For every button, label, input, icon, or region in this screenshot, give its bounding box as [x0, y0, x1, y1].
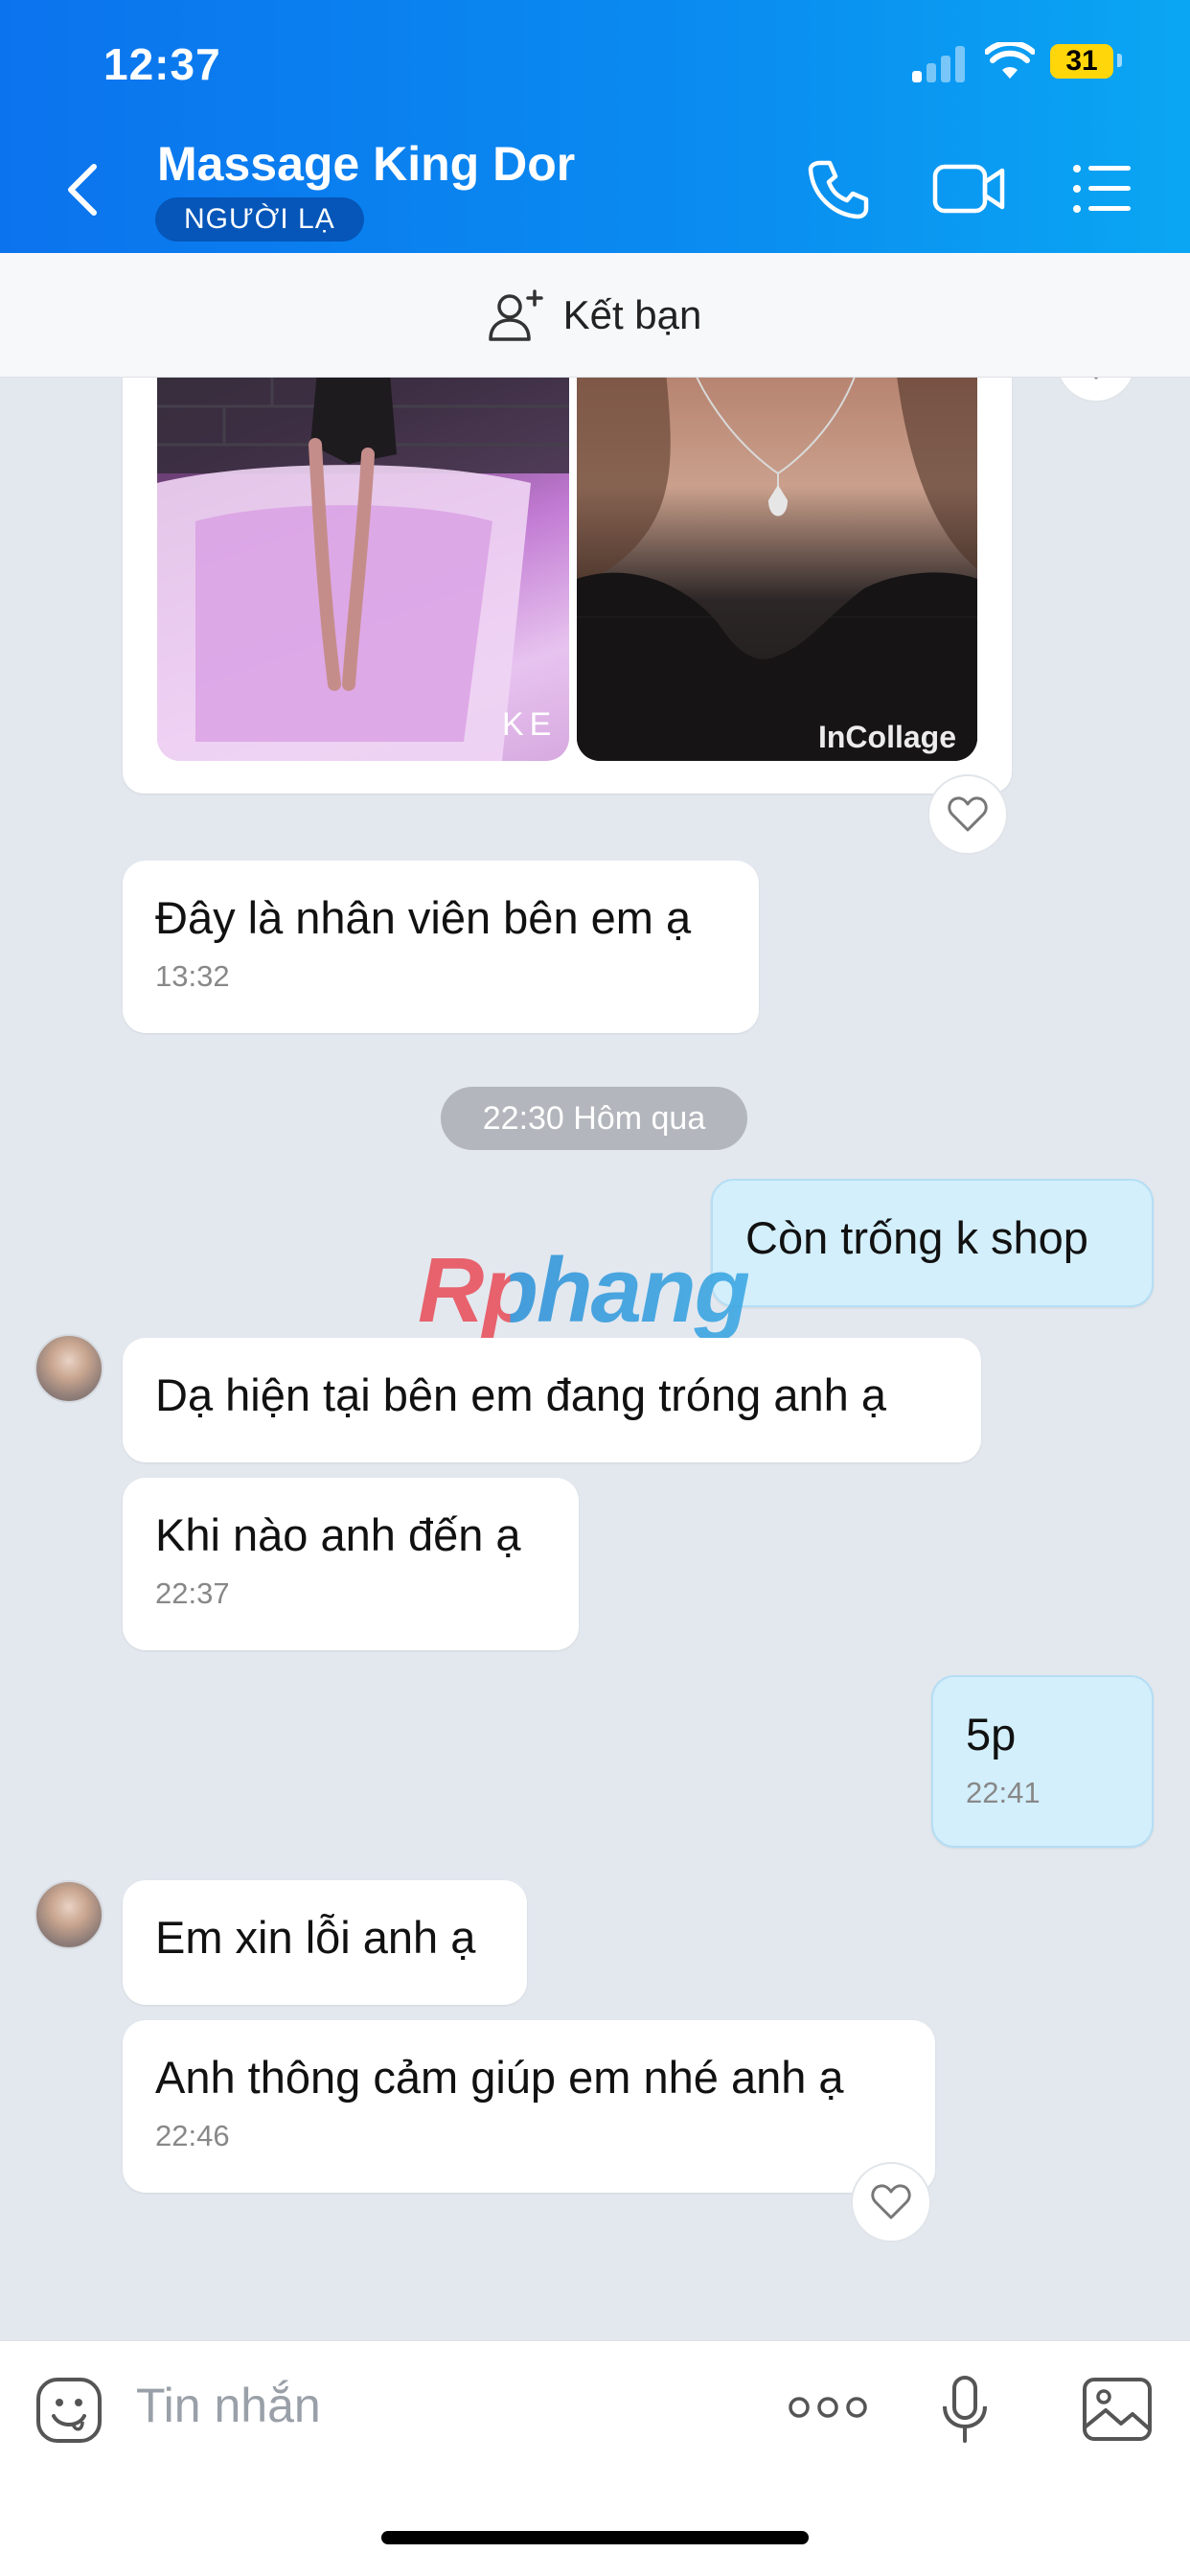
message-bubble-incoming[interactable]: Đây là nhân viên bên em ạ 13:32: [123, 861, 759, 1033]
message-input[interactable]: Tin nhắn: [136, 2378, 321, 2433]
heart-reaction-badge[interactable]: [927, 774, 1008, 855]
menu-list-icon[interactable]: [1071, 157, 1134, 220]
message-text: Đây là nhân viên bên em ạ: [155, 892, 692, 943]
message-text: Em xin lỗi anh ạ: [155, 1912, 476, 1963]
emoji-icon[interactable]: [34, 2376, 103, 2445]
photo-collage-left[interactable]: KE: [157, 378, 569, 761]
collage-watermark: InCollage: [817, 720, 956, 754]
add-friend-label: Kết bạn: [562, 291, 702, 337]
bathtub-photo: [157, 378, 569, 761]
chat-header: 12:37 31 Massage King Dor NGƯỜI LẠ: [0, 0, 1190, 253]
portrait-photo: [577, 378, 977, 761]
contact-avatar[interactable]: [34, 1880, 103, 1949]
message-time: 22:37: [155, 1576, 230, 1610]
message-bubble-outgoing[interactable]: Còn trống k shop: [711, 1179, 1154, 1307]
message-bubble-outgoing[interactable]: 5p 22:41: [931, 1675, 1154, 1848]
add-friend-icon: [488, 288, 543, 341]
photo-message[interactable]: KE InCollage: [123, 378, 1012, 794]
photo-watermark-ke: KE: [502, 706, 558, 743]
phone-icon[interactable]: [807, 157, 870, 220]
battery-tip: [1117, 54, 1122, 67]
add-friend-bar[interactable]: Kết bạn: [0, 253, 1190, 378]
back-icon[interactable]: [59, 161, 107, 218]
video-call-icon[interactable]: [931, 157, 1008, 220]
message-text: Còn trống k shop: [745, 1212, 1088, 1263]
chat-title[interactable]: Massage King Dor: [157, 136, 575, 192]
message-bubble-incoming[interactable]: Dạ hiện tại bên em đang tróng anh ạ: [123, 1338, 981, 1462]
heart-icon: [948, 796, 988, 832]
wifi-icon: [985, 42, 1035, 79]
message-text: 5p: [966, 1709, 1017, 1760]
message-time: 22:41: [966, 1776, 1041, 1809]
home-indicator: [381, 2531, 809, 2544]
message-bubble-incoming[interactable]: Khi nào anh đến ạ 22:37: [123, 1478, 579, 1650]
microphone-icon[interactable]: [941, 2374, 989, 2445]
message-bubble-incoming[interactable]: Anh thông cảm giúp em nhé anh ạ 22:46: [123, 2020, 935, 2193]
date-separator: 22:30 Hôm qua: [441, 1087, 747, 1150]
heart-reaction-badge[interactable]: [1056, 378, 1136, 402]
heart-reaction-badge[interactable]: [851, 2162, 931, 2242]
stranger-badge: NGƯỜI LẠ: [155, 197, 364, 242]
battery-indicator: 31: [1050, 44, 1113, 79]
rphang-watermark: Rphang: [418, 1239, 750, 1342]
photo-collage-right[interactable]: InCollage: [577, 378, 977, 761]
message-time: 22:46: [155, 2119, 230, 2152]
message-text: Anh thông cảm giúp em nhé anh ạ: [155, 2052, 844, 2103]
cellular-signal-icon: [912, 46, 966, 82]
heart-icon: [871, 2184, 911, 2220]
message-time: 13:32: [155, 959, 230, 993]
more-icon[interactable]: [788, 2393, 868, 2422]
image-icon[interactable]: [1081, 2376, 1154, 2443]
message-text: Khi nào anh đến ạ: [155, 1509, 521, 1560]
contact-avatar[interactable]: [34, 1334, 103, 1403]
message-text: Dạ hiện tại bên em đang tróng anh ạ: [155, 1369, 886, 1420]
message-list[interactable]: KE InCollage Đây là nhân viên bên em ạ 1…: [0, 378, 1190, 2340]
heart-icon: [1093, 378, 1099, 380]
message-bubble-incoming[interactable]: Em xin lỗi anh ạ: [123, 1880, 527, 2005]
status-time: 12:37: [103, 39, 221, 89]
message-input-bar: Tin nhắn: [0, 2340, 1190, 2576]
